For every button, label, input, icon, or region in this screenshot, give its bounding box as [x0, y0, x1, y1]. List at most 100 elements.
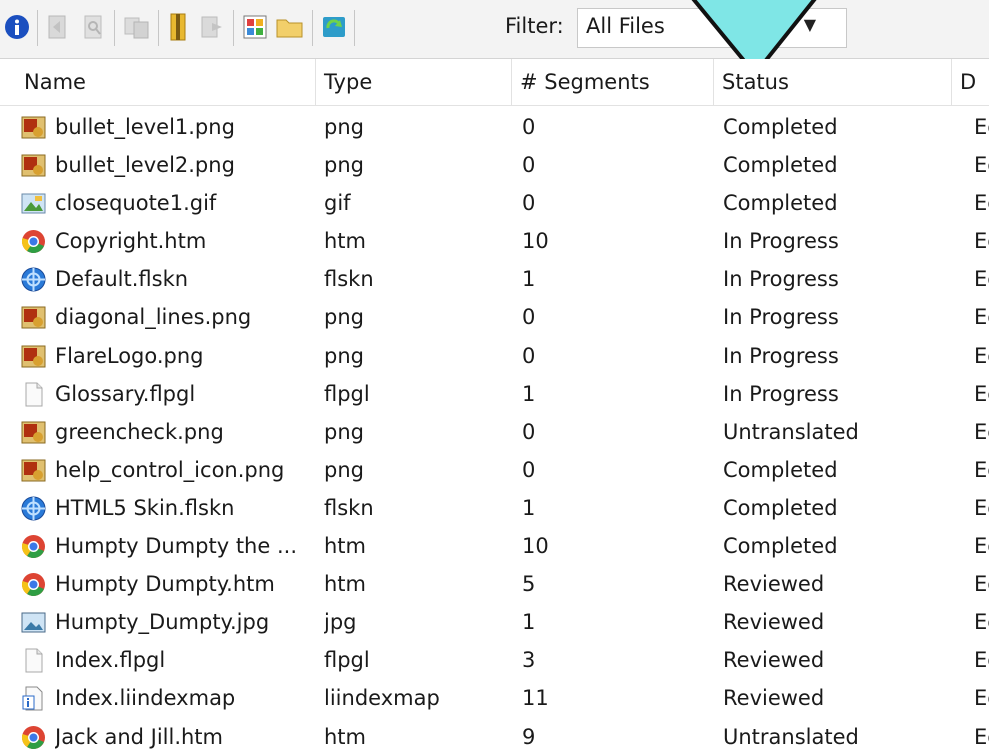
cell-type: gif [324, 191, 351, 216]
toolbar-separator [37, 10, 38, 46]
table-row[interactable]: greencheck.png png 0 Untranslated Ec [0, 411, 989, 449]
cell-status: Completed [723, 153, 838, 178]
cell-segments: 1 [522, 267, 536, 292]
cell-name: Jack and Jill.htm [55, 724, 223, 749]
cell-status: In Progress [723, 229, 839, 254]
cell-status: Reviewed [723, 648, 825, 673]
cell-type: htm [324, 534, 366, 559]
cell-type: flpgl [324, 381, 370, 406]
cell-type: flpgl [324, 648, 370, 673]
table-row[interactable]: Index.flpgl flpgl 3 Reviewed Ec [0, 639, 989, 677]
chrome-htm-icon [21, 229, 46, 254]
column-header-type[interactable]: Type [316, 59, 512, 105]
cell-type: png [324, 115, 364, 139]
png-image-icon [21, 344, 46, 369]
cell-type: png [324, 457, 364, 482]
table-row[interactable]: Jack and Jill.htm htm 9 Untranslated Ec [0, 716, 989, 754]
table-row[interactable]: Default.flskn flskn 1 In Progress Ec [0, 258, 989, 296]
cell-status: Completed [723, 191, 838, 216]
cell-segments: 0 [522, 191, 536, 216]
column-header-name[interactable]: Name [16, 59, 316, 105]
cell-status: Completed [723, 457, 838, 482]
cell-name: greencheck.png [55, 419, 224, 444]
skin-globe-icon [21, 496, 46, 521]
png-image-icon [21, 115, 46, 140]
cell-type: flskn [324, 495, 374, 520]
filter-value: All Files [586, 14, 665, 38]
table-row[interactable]: Humpty_Dumpty.jpg jpg 1 Reviewed Ec [0, 601, 989, 639]
toolbar-separator [312, 10, 313, 46]
cell-status: Reviewed [723, 610, 825, 635]
cell-status: Reviewed [723, 686, 825, 711]
cell-status: Completed [723, 534, 838, 559]
info-icon[interactable] [2, 10, 32, 44]
table-row[interactable]: Humpty Dumpty the ... htm 10 Completed Ec [0, 525, 989, 563]
toolbar: Filter: All Files ▼ [0, 0, 989, 59]
toolbar-separator [233, 10, 234, 46]
cell-name: Humpty_Dumpty.jpg [55, 610, 270, 635]
table-row[interactable]: Humpty Dumpty.htm htm 5 Reviewed Ec [0, 563, 989, 601]
package-icon[interactable] [163, 10, 193, 44]
table-row[interactable]: diagonal_lines.png png 0 In Progress Ec [0, 296, 989, 334]
toolbar-separator [354, 10, 355, 46]
index-map-icon [21, 686, 46, 711]
cell-extra: Ec [974, 343, 989, 368]
cell-extra: Ec [974, 229, 989, 254]
cell-extra: Ec [974, 381, 989, 406]
cell-name: FlareLogo.png [55, 343, 204, 368]
view-tiles-icon[interactable] [240, 10, 270, 44]
cell-status: Reviewed [723, 572, 825, 597]
cell-extra: Ec [974, 419, 989, 444]
cell-segments: 10 [522, 229, 549, 254]
refresh-icon[interactable] [320, 10, 350, 44]
cell-name: Index.liindexmap [55, 686, 236, 711]
png-image-icon [21, 305, 46, 330]
cell-segments: 0 [522, 457, 536, 482]
open-file-icon[interactable] [42, 10, 72, 44]
column-header-status[interactable]: Status [714, 59, 952, 105]
cell-extra: Ec [974, 457, 989, 482]
cell-segments: 11 [522, 686, 549, 711]
cell-extra: Ec [974, 191, 989, 216]
cell-extra: Ec [974, 686, 989, 711]
table-row[interactable]: FlareLogo.png png 0 In Progress Ec [0, 335, 989, 373]
cell-segments: 1 [522, 381, 536, 406]
png-image-icon [21, 458, 46, 483]
cell-type: htm [324, 724, 366, 749]
cell-type: htm [324, 229, 366, 254]
png-image-icon [21, 420, 46, 445]
cell-name: Glossary.flpgl [55, 381, 196, 406]
export-icon[interactable] [197, 10, 227, 44]
cell-segments: 1 [522, 610, 536, 635]
table-row[interactable]: bullet_level1.png png 0 Completed Ec [0, 106, 989, 144]
cell-status: Untranslated [723, 419, 859, 444]
cell-type: png [324, 419, 364, 444]
cell-name: Index.flpgl [55, 648, 166, 673]
table-row[interactable]: Glossary.flpgl flpgl 1 In Progress Ec [0, 373, 989, 411]
cell-type: flskn [324, 267, 374, 292]
preview-icon[interactable] [78, 10, 108, 44]
cell-segments: 1 [522, 495, 536, 520]
file-list: bullet_level1.pngpng0CompletedEcbullet_l… [0, 106, 989, 754]
table-row[interactable]: closequote1.gif gif 0 Completed Ec [0, 182, 989, 220]
chrome-htm-icon [21, 534, 46, 559]
cell-segments: 9 [522, 724, 536, 749]
folder-icon[interactable] [275, 10, 305, 44]
chrome-htm-icon [21, 572, 46, 597]
cell-type: htm [324, 572, 366, 597]
table-row[interactable]: bullet_level2.png png 0 Completed Ec [0, 144, 989, 182]
skin-globe-icon [21, 267, 46, 292]
copy-files-icon[interactable] [122, 10, 152, 44]
cell-extra: Ec [974, 572, 989, 597]
column-header-d[interactable]: D [952, 59, 989, 105]
column-header-segments[interactable]: # Segments [512, 59, 714, 105]
cell-name: bullet_level1.png [55, 115, 235, 139]
table-row[interactable]: Index.liindexmap liindexmap 11 Reviewed Ec [0, 677, 989, 715]
cell-name: diagonal_lines.png [55, 305, 252, 330]
table-row[interactable]: HTML5 Skin.flskn flskn 1 Completed Ec [0, 487, 989, 525]
cell-name: closequote1.gif [55, 191, 217, 216]
cell-name: Humpty Dumpty.htm [55, 572, 275, 597]
cell-status: In Progress [723, 305, 839, 330]
table-row[interactable]: Copyright.htm htm 10 In Progress Ec [0, 220, 989, 258]
table-row[interactable]: help_control_icon.png png 0 Completed Ec [0, 449, 989, 487]
